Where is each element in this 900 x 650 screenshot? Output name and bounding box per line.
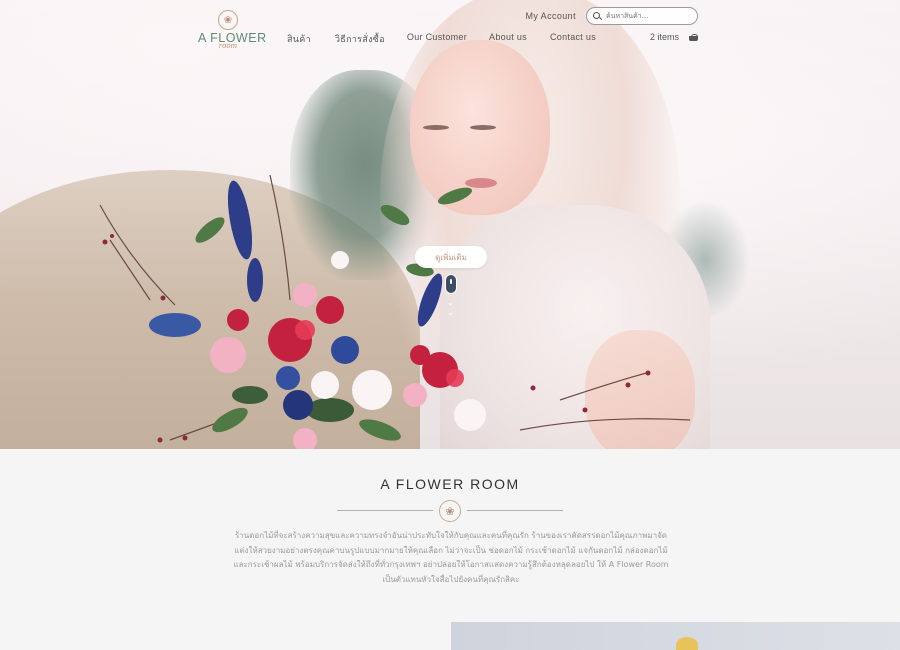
next-section-image: [451, 622, 900, 650]
about-section: A FLOWER ROOM ❀ ร้านดอกไม้ที่จะสร้างความ…: [0, 449, 900, 650]
nav-item-products[interactable]: สินค้า: [287, 32, 311, 46]
search-input[interactable]: [606, 12, 691, 20]
rose-icon: ❀: [218, 10, 238, 30]
section-title: A FLOWER ROOM: [380, 476, 520, 492]
cart-count[interactable]: 2 items: [650, 32, 679, 42]
basket-icon[interactable]: [689, 33, 698, 41]
nav-item-how-to-order[interactable]: วิธีการสั่งซื้อ: [335, 32, 385, 46]
search-icon[interactable]: [593, 11, 602, 21]
see-more-button[interactable]: ดูเพิ่มเติม: [415, 246, 487, 268]
search-box[interactable]: [586, 7, 698, 25]
main-nav: สินค้า วิธีการสั่งซื้อ Our Customer Abou…: [287, 32, 596, 46]
about-description: ร้านดอกไม้ที่จะสร้างความสุขและความทรงจำอ…: [233, 531, 669, 584]
nav-item-contact-us[interactable]: Contact us: [550, 32, 596, 46]
flower-bouquet-image: [99, 174, 691, 449]
nav-item-about-us[interactable]: About us: [489, 32, 527, 46]
chevron-down-icon: ⌄: [447, 308, 454, 317]
mouse-scroll-icon[interactable]: [445, 274, 457, 294]
my-account-link[interactable]: My Account: [525, 11, 576, 21]
divider-line: [337, 510, 433, 511]
hero-banner: [0, 0, 900, 449]
top-bar: My Account: [525, 7, 698, 25]
flower-image-fragment: [676, 637, 698, 650]
rose-icon: ❀: [439, 500, 461, 522]
cart-link[interactable]: 2 items: [650, 32, 698, 42]
nav-item-our-customer[interactable]: Our Customer: [407, 32, 467, 46]
divider-line: [467, 510, 563, 511]
site-logo[interactable]: ❀ A FLOWER room: [198, 10, 266, 52]
section-divider: ❀: [337, 500, 563, 522]
chevron-down-icon: ⌄: [447, 298, 454, 307]
